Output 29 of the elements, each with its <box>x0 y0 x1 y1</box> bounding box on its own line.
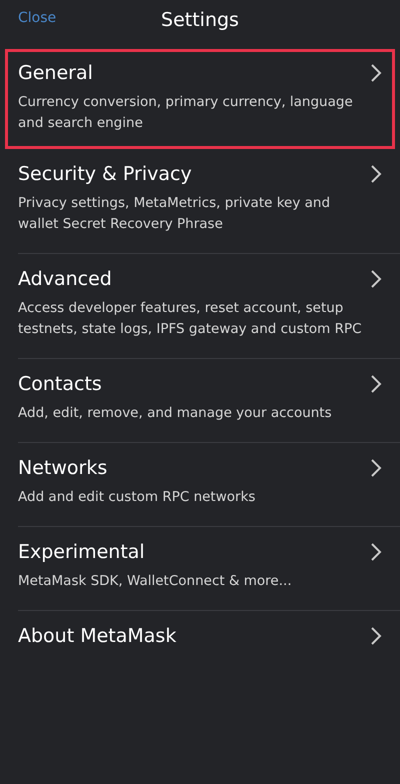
settings-item[interactable]: Contacts Add, edit, remove, and manage your accounts <box>18 359 400 443</box>
item-title: General <box>18 62 93 84</box>
item-description: Access developer features, reset account, setup testnets, state logs, IPFS gateway and custom RPC <box>18 299 363 339</box>
item-title: Security & Privacy <box>18 163 192 185</box>
page-title: Settings <box>161 9 239 31</box>
item-title: Contacts <box>18 373 102 395</box>
settings-item[interactable]: Advanced Access developer features, reset account, setup testnets, state logs, IPFS gateway and custom RPC <box>18 254 400 359</box>
item-description: Add and edit custom RPC networks <box>18 488 256 507</box>
settings-item[interactable]: Security & Privacy Privacy settings, MetaMetrics, private key and wallet Secret Recovery Phrase <box>18 149 400 254</box>
chevron-right-icon <box>370 626 382 646</box>
close-button[interactable]: Close <box>18 10 56 26</box>
item-description: MetaMask SDK, WalletConnect & more... <box>18 572 293 591</box>
chevron-right-icon <box>370 164 382 184</box>
chevron-right-icon <box>370 269 382 289</box>
chevron-right-icon <box>370 374 382 394</box>
highlighted-settings-item[interactable]: General Currency conversion, primary currency, language and search engine <box>5 49 395 149</box>
item-title: Networks <box>18 457 108 479</box>
item-title: About MetaMask <box>18 625 176 647</box>
chevron-right-icon <box>370 458 382 478</box>
item-description: Add, edit, remove, and manage your accounts <box>18 404 333 423</box>
item-description: Currency conversion, primary currency, language and search engine <box>18 93 354 133</box>
settings-item[interactable]: Networks Add and edit custom RPC networks <box>18 443 400 527</box>
item-description: Privacy settings, MetaMetrics, private key and wallet Secret Recovery Phrase <box>18 194 332 234</box>
item-title: Advanced <box>18 268 112 290</box>
settings-item[interactable]: Experimental MetaMask SDK, WalletConnect & more... <box>18 527 400 611</box>
settings-item[interactable]: About MetaMask <box>18 611 400 665</box>
item-title: Experimental <box>18 541 145 563</box>
chevron-right-icon <box>370 542 382 562</box>
chevron-right-icon <box>370 63 382 83</box>
